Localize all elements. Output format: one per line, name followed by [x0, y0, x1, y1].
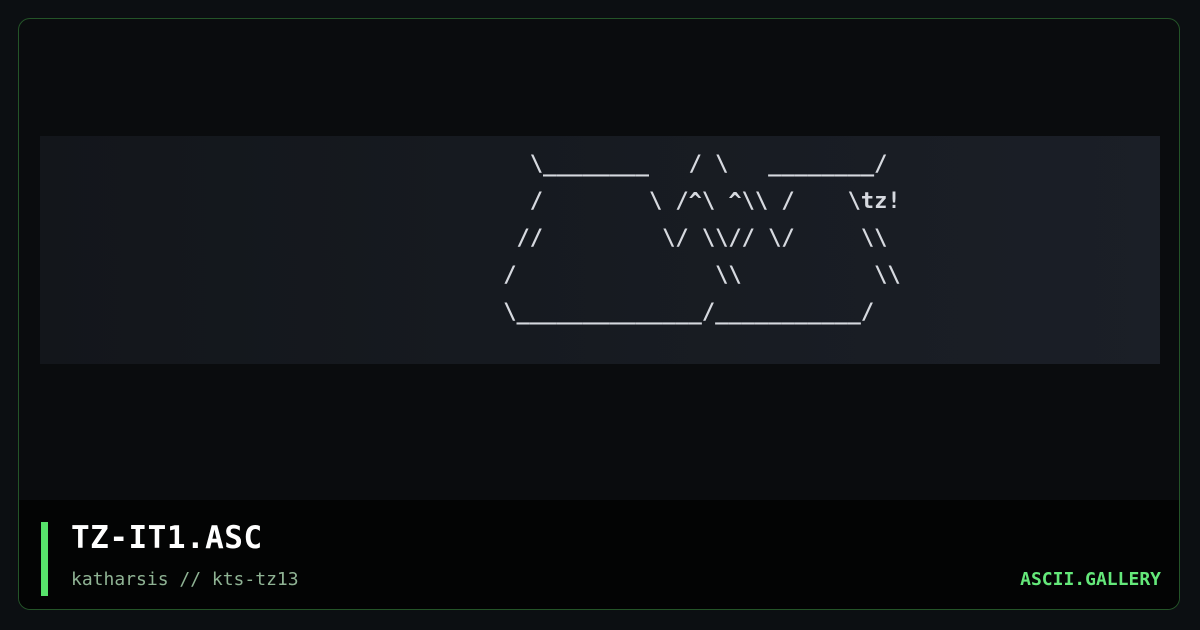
accent-bar [41, 522, 48, 596]
site-brand-link[interactable]: ASCII.GALLERY [1020, 569, 1161, 590]
art-title: TZ-IT1.ASC [71, 520, 263, 556]
ascii-art-panel: \________ / \ ________/ / \ /^\ ^\\ / \t… [40, 136, 1160, 364]
art-subtitle: katharsis // kts-tz13 [71, 569, 299, 590]
ascii-art: \________ / \ ________/ / \ /^\ ^\\ / \t… [503, 152, 901, 325]
preview-card: \________ / \ ________/ / \ /^\ ^\\ / \t… [18, 18, 1180, 610]
footer-bar: TZ-IT1.ASC katharsis // kts-tz13 ASCII.G… [19, 500, 1179, 609]
